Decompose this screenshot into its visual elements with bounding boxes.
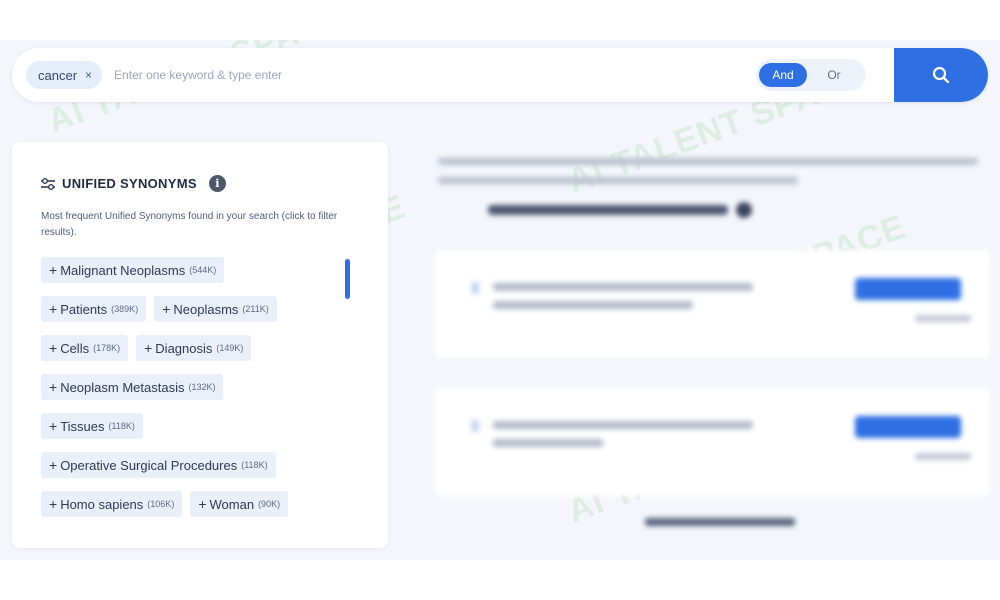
synonym-tag-label: Operative Surgical Procedures [60,457,238,473]
tag-row: + Homo sapiens (106K) + Woman (90K) [41,491,341,517]
synonym-tag-label: Cells [60,340,90,356]
synonym-tag-count: (389K) [111,304,139,314]
document-icon [471,282,479,294]
plus-icon: + [49,379,58,395]
document-icon [471,420,479,432]
synonym-tag-label: Diagnosis [155,340,213,356]
synonym-tag-count: (178K) [93,343,121,353]
synonym-tag-woman[interactable]: + Woman (90K) [190,491,289,517]
plus-icon: + [49,496,58,512]
app-canvas: AI TALENT SPACE AI TALENT SPACE AI TALEN… [0,40,1000,560]
synonyms-scrollbar[interactable] [345,259,350,299]
synonym-tag-list: + Malignant Neoplasms (544K) + Patients … [41,257,341,530]
search-button[interactable] [894,48,988,102]
plus-icon: + [49,340,58,356]
synonym-tag-count: (90K) [258,499,281,509]
plus-icon: + [49,301,58,317]
result-action-button[interactable] [855,278,961,300]
tag-row: + Tissues (118K) [41,413,341,439]
synonym-tag-homo-sapiens[interactable]: + Homo sapiens (106K) [41,491,183,517]
operator-toggle: And Or [756,59,866,91]
result-action-button[interactable] [855,416,961,438]
synonyms-description: Most frequent Unified Synonyms found in … [41,211,338,238]
synonym-tag-count: (132K) [188,382,216,392]
plus-icon: + [49,418,58,434]
synonym-tag-label: Homo sapiens [60,496,144,512]
synonyms-title: UNIFIED SYNONYMS [62,176,197,191]
result-title-blurred [493,278,773,309]
plus-icon: + [162,301,171,317]
synonym-tag-neoplasms[interactable]: + Neoplasms (211K) [154,296,277,322]
synonym-tag-tissues[interactable]: + Tissues (118K) [41,413,143,439]
results-summary-blurred [438,152,988,184]
see-more-link-blurred[interactable] [645,518,795,526]
keyword-chip-label: cancer [38,67,78,83]
synonym-tag-label: Tissues [60,418,105,434]
synonym-tag-neoplasm-metastasis[interactable]: + Neoplasm Metastasis (132K) [41,374,224,400]
keyword-chip[interactable]: cancer × [26,61,103,89]
paywall-notice-blurred [488,202,752,218]
search-bar: cancer × And Or [12,48,988,102]
synonym-tag-label: Neoplasms [173,301,239,317]
tag-row: + Operative Surgical Procedures (118K) [41,452,341,478]
synonym-tag-label: Neoplasm Metastasis [60,379,185,395]
plus-icon: + [198,496,207,512]
tag-row: + Patients (389K) + Neoplasms (211K) [41,296,341,322]
tag-row: + Neoplasm Metastasis (132K) [41,374,341,400]
plus-icon: + [49,262,58,278]
synonym-tag-malignant-neoplasms[interactable]: + Malignant Neoplasms (544K) [41,257,225,283]
sliders-icon [41,177,55,190]
result-sub-link-blurred[interactable] [915,315,971,322]
synonym-tag-count: (118K) [241,460,268,470]
synonym-tag-count: (118K) [108,421,135,431]
synonym-tag-diagnosis[interactable]: + Diagnosis (149K) [136,335,252,361]
result-card[interactable] [435,388,990,496]
search-icon [932,66,950,84]
result-sub-link-blurred[interactable] [915,453,971,460]
result-card[interactable] [435,250,990,358]
synonym-tag-count: (211K) [242,304,269,314]
result-title-blurred [493,416,773,447]
synonyms-panel: UNIFIED SYNONYMS i Most frequent Unified… [12,142,388,548]
info-icon [736,202,752,218]
synonym-tag-label: Malignant Neoplasms [60,262,186,278]
synonym-tag-patients[interactable]: + Patients (389K) [41,296,147,322]
tag-row: + Cells (178K) + Diagnosis (149K) [41,335,341,361]
tag-row: + Malignant Neoplasms (544K) [41,257,341,283]
synonym-tag-count: (106K) [147,499,175,509]
synonym-tag-operative-surgical-procedures[interactable]: + Operative Surgical Procedures (118K) [41,452,276,478]
results-area-blurred [410,140,990,560]
operator-and-option[interactable]: And [759,63,807,87]
synonym-tag-count: (544K) [189,265,217,275]
info-icon[interactable]: i [208,175,226,192]
search-input[interactable] [114,68,535,82]
operator-or-option[interactable]: Or [811,63,857,87]
synonym-tag-label: Patients [60,301,108,317]
plus-icon: + [144,340,153,356]
synonym-tag-label: Woman [209,496,255,512]
plus-icon: + [49,457,58,473]
synonym-tag-cells[interactable]: + Cells (178K) [41,335,129,361]
synonym-tag-count: (149K) [216,343,244,353]
close-icon[interactable]: × [85,68,92,82]
synonyms-header: UNIFIED SYNONYMS i [40,175,226,192]
